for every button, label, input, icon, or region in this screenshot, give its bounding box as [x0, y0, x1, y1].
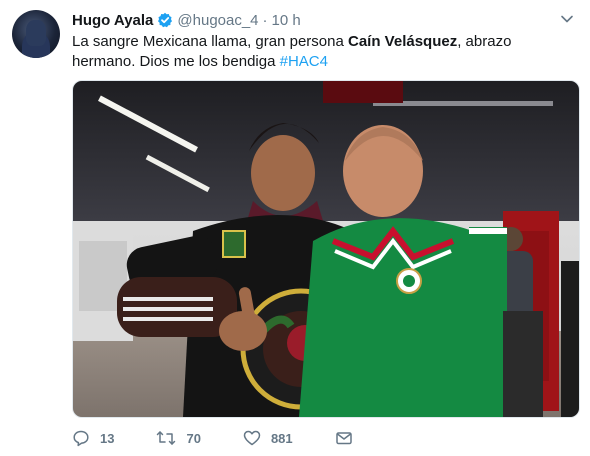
retweet-count: 70	[186, 430, 201, 446]
timestamp[interactable]: 10 h	[272, 12, 301, 29]
avatar[interactable]	[12, 10, 60, 58]
author-handle[interactable]: @hugoac_4	[177, 12, 258, 29]
reply-button[interactable]: 13	[72, 429, 114, 447]
like-count: 881	[270, 430, 293, 446]
author-name[interactable]: Hugo Ayala	[72, 12, 153, 29]
separator-dot: ·	[262, 11, 268, 29]
tweet-text: La sangre Mexicana llama, gran persona C…	[72, 32, 572, 72]
retweet-icon	[157, 431, 176, 445]
tweet-header: Hugo Ayala @hugoac_4 · 10 h	[72, 10, 578, 30]
hashtag-link[interactable]: #HAC4	[280, 53, 328, 70]
reply-icon	[73, 430, 89, 447]
reply-count: 13	[100, 430, 115, 446]
tweet-actions: 13 70 881	[72, 428, 405, 448]
like-button[interactable]: 881	[243, 429, 293, 447]
chevron-down-icon[interactable]	[560, 12, 574, 26]
tweet-photo[interactable]	[72, 80, 580, 418]
tweet: Hugo Ayala @hugoac_4 · 10 h La sangre Me…	[0, 0, 590, 456]
direct-message-button[interactable]	[335, 429, 363, 447]
like-icon	[243, 430, 261, 446]
retweet-button[interactable]: 70	[156, 429, 201, 447]
message-icon	[335, 432, 352, 445]
mentioned-name: Caín Velásquez	[348, 33, 458, 50]
verified-badge-icon	[157, 12, 173, 28]
tweet-text-part1: La sangre Mexicana llama, gran persona	[72, 33, 348, 50]
